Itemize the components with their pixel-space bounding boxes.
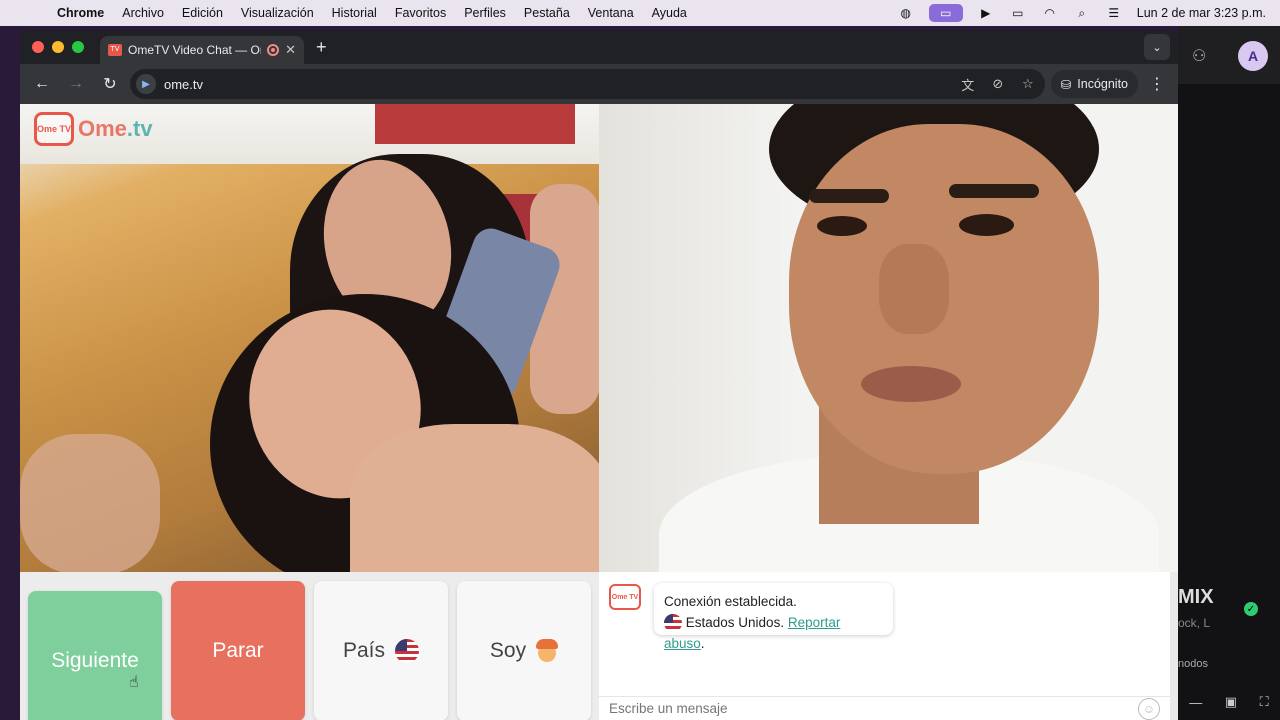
logo-prefix: Ome xyxy=(78,116,127,141)
video-lips xyxy=(861,366,961,402)
self-camera-video xyxy=(599,104,1178,572)
zoom-window-button[interactable] xyxy=(72,41,84,53)
menu-visualizacion[interactable]: Visualización xyxy=(232,6,323,20)
vpn-globe-icon[interactable]: ◍ xyxy=(897,6,915,20)
ometv-logo-text: Ome.tv xyxy=(78,116,153,142)
scrollbar[interactable] xyxy=(1170,572,1178,720)
menu-historial[interactable]: Historial xyxy=(323,6,386,20)
ometv-logo: Ome TV Ome.tv xyxy=(34,112,153,146)
background-subtitle: ock, L xyxy=(1178,616,1211,630)
browser-menu-icon[interactable]: ⋮ xyxy=(1144,74,1170,94)
play-icon[interactable]: ▶ xyxy=(977,6,995,20)
fullscreen-icon[interactable]: ⛶ xyxy=(1260,694,1269,710)
video-eye xyxy=(959,214,1014,236)
back-arrow-icon[interactable]: ← xyxy=(28,70,56,98)
hand-cursor-icon: ☝ xyxy=(129,674,139,691)
video-brow xyxy=(809,189,889,203)
background-window: ⚇ A MIX ✓ ock, L nodos — ▣ ⛶ xyxy=(1178,26,1280,720)
tab-title: OmeTV Video Chat — Ome xyxy=(128,43,261,57)
verified-check-icon: ✓ xyxy=(1244,602,1258,616)
menu-ayuda[interactable]: Ayuda xyxy=(643,6,696,20)
video-brow xyxy=(949,184,1039,198)
incognito-badge[interactable]: ⛁ Incógnito xyxy=(1050,70,1138,98)
tab-bar: TV OmeTV Video Chat — Ome ✕ + ⌄ xyxy=(20,30,1178,64)
menu-app-name[interactable]: Chrome xyxy=(48,6,113,20)
country-line: Estados Unidos. Reportar abuso. xyxy=(664,612,883,654)
menu-favoritos[interactable]: Favoritos xyxy=(386,6,455,20)
us-flag-icon xyxy=(395,639,420,663)
browser-toolbar: ← → ↻ ▶ ome.tv 文 ⊘ ☆ ⛁ Incógnito ⋮ xyxy=(20,64,1178,104)
ometv-tv-icon: Ome TV xyxy=(34,112,74,146)
translate-icon[interactable]: 文 xyxy=(957,75,979,94)
window-controls xyxy=(20,41,96,53)
stranger-video: Ome TV Ome.tv xyxy=(20,104,599,572)
forward-arrow-icon[interactable]: → xyxy=(62,70,90,98)
ometv-favicon-icon: TV xyxy=(108,44,122,56)
menu-pestana[interactable]: Pestaña xyxy=(515,6,579,20)
chat-panel: Ome TV Conexión establecida. Estados Uni… xyxy=(599,572,1170,720)
chat-input-row: ☺ xyxy=(599,696,1170,720)
browser-window: TV OmeTV Video Chat — Ome ✕ + ⌄ ← → ↻ ▶ … xyxy=(20,30,1178,720)
reload-icon[interactable]: ↻ xyxy=(96,70,124,98)
stop-button[interactable]: Parar xyxy=(171,581,305,720)
video-blur xyxy=(20,434,160,572)
connection-status-text: Conexión establecida. xyxy=(664,594,797,609)
menu-perfiles[interactable]: Perfiles xyxy=(455,6,515,20)
trailing-period: . xyxy=(700,636,705,651)
gender-button-label: Soy xyxy=(489,639,527,662)
video-eye xyxy=(817,216,867,236)
site-camera-icon[interactable]: ▶ xyxy=(136,74,156,94)
tab-search-chevron-icon[interactable]: ⌄ xyxy=(1144,34,1170,60)
screen-share-icon[interactable]: ▭ xyxy=(928,4,963,22)
tab-ometv[interactable]: TV OmeTV Video Chat — Ome ✕ xyxy=(100,36,304,64)
incognito-icon: ⛁ xyxy=(1060,77,1072,92)
tracking-protection-icon[interactable]: ⊘ xyxy=(987,76,1009,92)
background-title: MIX xyxy=(1178,586,1214,608)
menu-ventana[interactable]: Ventana xyxy=(579,6,643,20)
close-tab-icon[interactable]: ✕ xyxy=(285,42,296,58)
boy-avatar-icon xyxy=(536,639,559,663)
bookmark-star-icon[interactable]: ☆ xyxy=(1017,76,1039,92)
miniplayer-icon[interactable]: ▣ xyxy=(1225,694,1237,710)
us-flag-icon xyxy=(664,614,682,633)
menu-edicion[interactable]: Edición xyxy=(173,6,232,20)
message-input[interactable] xyxy=(609,701,1138,716)
logo-suffix: .tv xyxy=(126,116,153,141)
next-button-label: Siguiente xyxy=(51,649,139,672)
next-button[interactable]: Siguiente xyxy=(28,591,162,720)
country-filter-button[interactable]: País xyxy=(314,581,448,720)
stop-button-label: Parar xyxy=(212,639,264,662)
control-center-icon[interactable]: ☰ xyxy=(1105,6,1123,20)
media-controls: — ▣ ⛶ xyxy=(1178,694,1280,710)
profile-avatar[interactable]: A xyxy=(1238,41,1268,71)
emoji-smiley-icon[interactable]: ☺ xyxy=(1138,697,1160,720)
ometv-page: Ome TV Ome.tv Siguiente ☝ Parar País Soy… xyxy=(20,104,1178,720)
system-message-bubble: Conexión establecida. Estados Unidos. Re… xyxy=(654,583,893,651)
battery-icon[interactable]: ▭ xyxy=(1009,6,1027,20)
volume-bar-icon[interactable]: — xyxy=(1189,695,1202,710)
gender-select-button[interactable]: Soy xyxy=(457,581,591,720)
people-icon[interactable]: ⚇ xyxy=(1192,46,1206,66)
macos-menu-bar: Chrome Archivo Edición Visualización His… xyxy=(0,0,1280,26)
new-tab-button[interactable]: + xyxy=(304,37,327,58)
spotlight-search-icon[interactable]: ⌕ xyxy=(1073,6,1091,20)
address-bar[interactable]: ▶ ome.tv 文 ⊘ ☆ xyxy=(130,69,1045,99)
video-object xyxy=(375,104,575,144)
incognito-label: Incógnito xyxy=(1077,77,1128,91)
menu-archivo[interactable]: Archivo xyxy=(113,6,173,20)
background-small-text: nodos xyxy=(1178,658,1208,670)
country-name: Estados Unidos. xyxy=(685,615,785,630)
wifi-icon[interactable]: ◠ xyxy=(1041,6,1059,20)
menubar-clock[interactable]: Lun 2 de mar 3:23 p.m. xyxy=(1137,6,1266,20)
video-shoulder xyxy=(350,424,599,572)
minimize-window-button[interactable] xyxy=(52,41,64,53)
video-nose xyxy=(879,244,949,334)
ometv-bot-icon: Ome TV xyxy=(609,584,641,610)
url-text[interactable]: ome.tv xyxy=(164,77,949,92)
recording-indicator-icon xyxy=(267,44,280,56)
country-button-label: País xyxy=(342,639,386,662)
close-window-button[interactable] xyxy=(32,41,44,53)
